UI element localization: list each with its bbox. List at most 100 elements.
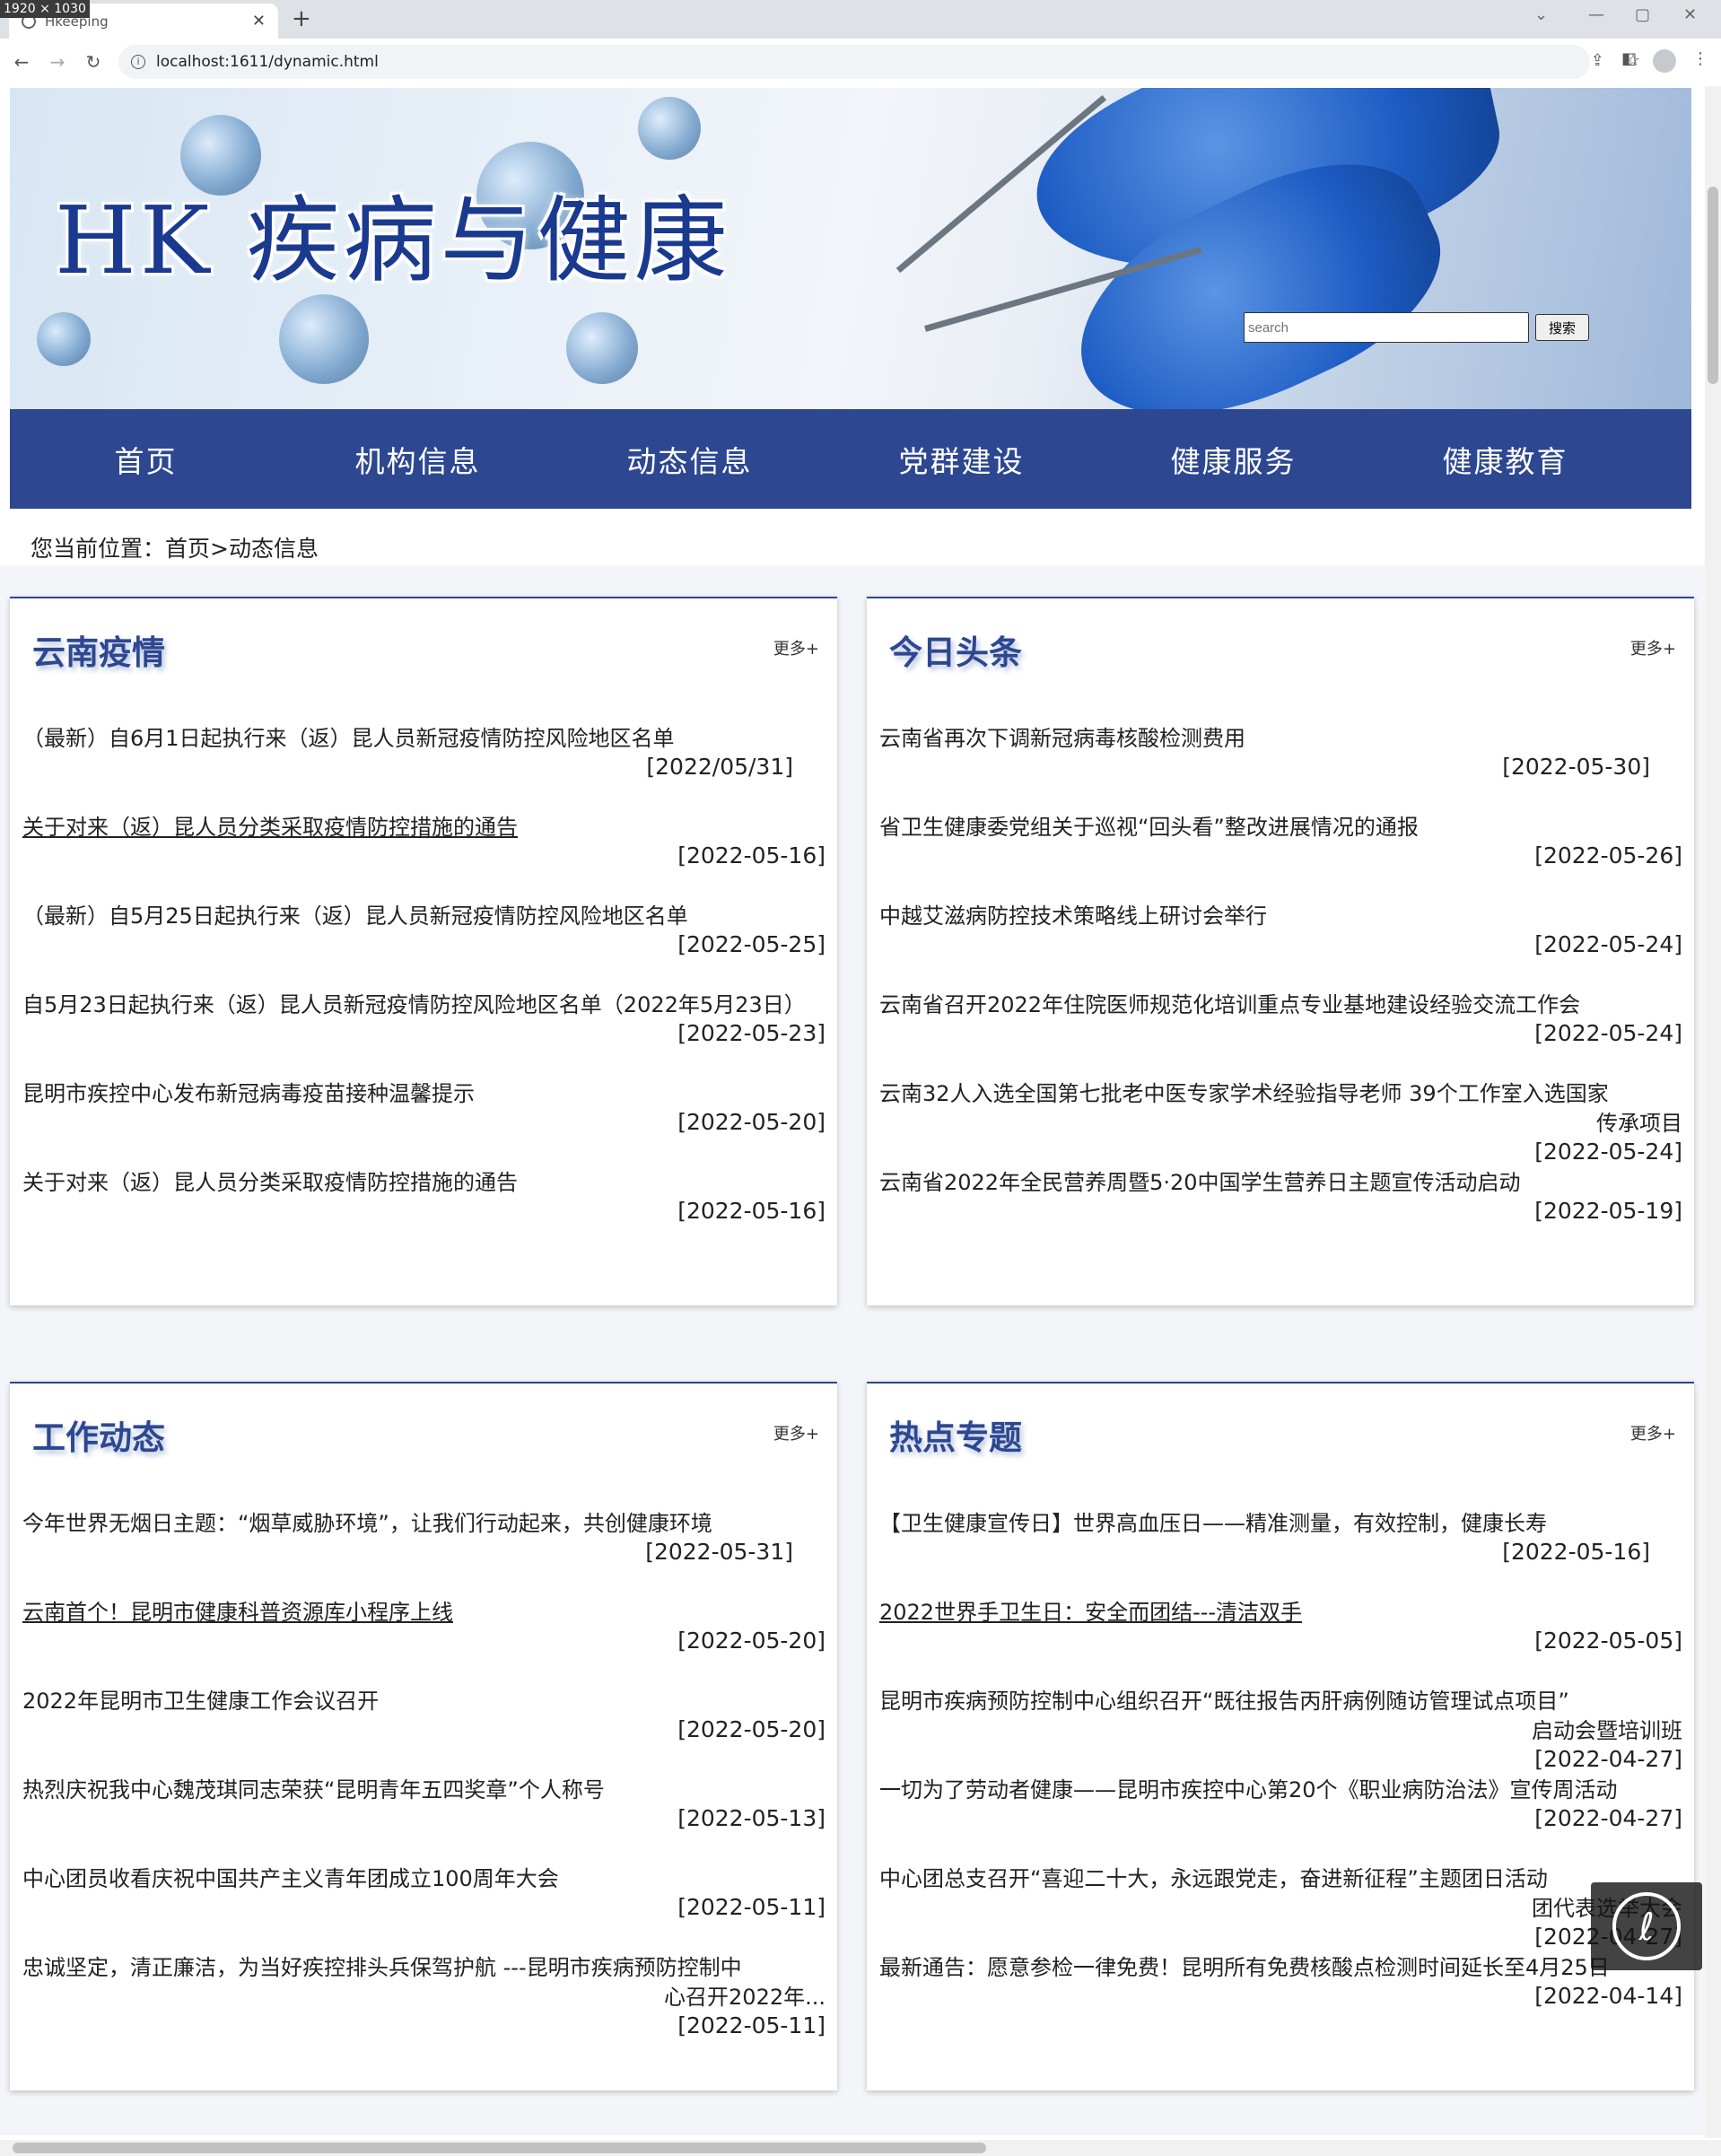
news-date: [2022-05-11] (677, 2012, 826, 2038)
nav-health-education[interactable]: 健康教育 (1369, 438, 1641, 481)
new-tab-icon[interactable]: + (292, 5, 311, 32)
share-icon[interactable]: ⇪ (1591, 51, 1604, 70)
news-title-continued[interactable]: 传承项目 (879, 1109, 1682, 1139)
news-item[interactable]: 自5月23日起执行来（返）昆人员新冠疫情防控风险地区名单（2022年5月23日）… (22, 991, 826, 1079)
nav-home[interactable]: 首页 (10, 438, 282, 481)
news-title-link[interactable]: 一切为了劳动者健康——昆明市疾控中心第20个《职业病防治法》宣传周活动 (879, 1776, 1682, 1805)
news-item[interactable]: 昆明市疾控中心发布新冠病毒疫苗接种温馨提示 [2022-05-20] (22, 1079, 826, 1168)
forward-icon[interactable]: → (43, 51, 72, 73)
vertical-scroll-thumb[interactable] (1708, 187, 1718, 384)
news-title-link[interactable]: 【卫生健康宣传日】世界高血压日——精准测量，有效控制，健康长寿 (879, 1509, 1682, 1539)
news-title-link[interactable]: 云南省召开2022年住院医师规范化培训重点专业基地建设经验交流工作会 (879, 991, 1682, 1020)
more-link[interactable]: 更多+ (1630, 636, 1676, 659)
news-title-link[interactable]: 关于对来（返）昆人员分类采取疫情防控措施的通告 (22, 1168, 826, 1198)
more-link[interactable]: 更多+ (773, 636, 819, 659)
news-title-continued[interactable]: 启动会暨培训班 (879, 1716, 1682, 1746)
url-text: localhost:1611/dynamic.html (156, 53, 379, 71)
news-item[interactable]: 关于对来（返）昆人员分类采取疫情防控措施的通告 [2022-05-16] (22, 1168, 826, 1257)
news-title-link[interactable]: 云南省2022年全民营养周暨5·20中国学生营养日主题宣传活动启动 (879, 1168, 1682, 1198)
news-item[interactable]: 云南省再次下调新冠病毒核酸检测费用 [2022-05-30] (879, 724, 1682, 813)
news-title-link[interactable]: （最新）自6月1日起执行来（返）昆人员新冠疫情防控风险地区名单 (22, 724, 826, 754)
tab-close-icon[interactable]: ✕ (252, 12, 266, 31)
news-title-link[interactable]: 最新通告：愿意参检一律免费！昆明所有免费核酸点检测时间延长至4月25日 (879, 1953, 1682, 1983)
news-title-link[interactable]: 自5月23日起执行来（返）昆人员新冠疫情防控风险地区名单（2022年5月23日） (22, 991, 826, 1020)
news-title-link[interactable]: （最新）自5月25日起执行来（返）昆人员新冠疫情防控风险地区名单 (22, 902, 826, 931)
minimize-icon[interactable]: — (1588, 5, 1604, 24)
news-title-link[interactable]: 昆明市疾控中心发布新冠病毒疫苗接种温馨提示 (22, 1079, 826, 1109)
news-item[interactable]: 中心团总支召开“喜迎二十大，永远跟党走，奋进新征程”主题团日活动团代表选举大会[… (879, 1864, 1682, 1953)
floating-widget[interactable]: ℓ (1591, 1882, 1702, 1970)
news-item[interactable]: （最新）自6月1日起执行来（返）昆人员新冠疫情防控风险地区名单 [2022/05/… (22, 724, 826, 813)
news-item[interactable]: 中心团员收看庆祝中国共产主义青年团成立100周年大会 [2022-05-11] (22, 1864, 826, 1953)
nav-health-service[interactable]: 健康服务 (1097, 438, 1369, 481)
news-title-link[interactable]: 云南32人入选全国第七批老中医专家学术经验指导老师 39个工作室入选国家 (879, 1079, 1682, 1109)
news-item[interactable]: 昆明市疾病预防控制中心组织召开“既往报告丙肝病例随访管理试点项目” 启动会暨培训班… (879, 1687, 1682, 1776)
news-title-link[interactable]: 热烈庆祝我中心魏茂琪同志荣获“昆明青年五四奖章”个人称号 (22, 1776, 826, 1805)
profile-avatar[interactable] (1653, 49, 1676, 73)
reload-icon[interactable]: ↻ (79, 51, 108, 73)
news-item[interactable]: 2022年昆明市卫生健康工作会议召开 [2022-05-20] (22, 1687, 826, 1776)
news-item[interactable]: 一切为了劳动者健康——昆明市疾控中心第20个《职业病防治法》宣传周活动 [2022… (879, 1776, 1682, 1864)
more-link[interactable]: 更多+ (773, 1421, 819, 1445)
news-item[interactable]: 省卫生健康委党组关于巡视“回头看”整改进展情况的通报 [2022-05-26] (879, 813, 1682, 902)
news-title-link[interactable]: 2022年昆明市卫生健康工作会议召开 (22, 1687, 826, 1716)
news-date: [2022-04-14] (1534, 1983, 1682, 2009)
horizontal-scroll-thumb[interactable] (13, 2143, 986, 2153)
news-item[interactable]: 云南32人入选全国第七批老中医专家学术经验指导老师 39个工作室入选国家 传承项目… (879, 1079, 1682, 1168)
news-title-link[interactable]: 中心团员收看庆祝中国共产主义青年团成立100周年大会 (22, 1864, 826, 1894)
molecule-bubble (566, 312, 638, 384)
news-title-continued[interactable]: 团代表选举大会 (879, 1894, 1682, 1924)
news-date: [2022-05-20] (677, 1628, 826, 1654)
news-date: [2022-04-27] (1534, 1805, 1682, 1831)
news-item[interactable]: 关于对来（返）昆人员分类采取疫情防控措施的通告 [2022-05-16] (22, 813, 826, 902)
news-title-link[interactable]: 中越艾滋病防控技术策略线上研讨会举行 (879, 902, 1682, 931)
news-title-link[interactable]: 中心团总支召开“喜迎二十大，永远跟党走，奋进新征程”主题团日活动 (879, 1864, 1682, 1894)
panel-title: 热点专题 (889, 1418, 1022, 1457)
nav-institution[interactable]: 机构信息 (282, 438, 554, 481)
news-title-continued[interactable]: 心召开2022年... (22, 1983, 826, 2012)
news-item[interactable]: 云南省召开2022年住院医师规范化培训重点专业基地建设经验交流工作会 [2022-… (879, 991, 1682, 1079)
news-date: [2022-05-16] (1502, 1539, 1650, 1565)
news-item[interactable]: 云南首个！昆明市健康科普资源库小程序上线 [2022-05-20] (22, 1598, 826, 1687)
news-date: [2022-05-26] (1534, 842, 1682, 869)
close-window-icon[interactable]: ✕ (1683, 5, 1697, 24)
news-item[interactable]: 【卫生健康宣传日】世界高血压日——精准测量，有效控制，健康长寿 [2022-05-… (879, 1509, 1682, 1598)
news-title-link[interactable]: 云南省再次下调新冠病毒核酸检测费用 (879, 724, 1682, 754)
news-date: [2022-05-24] (1534, 1139, 1682, 1165)
side-panel-icon[interactable]: ◧ (1621, 49, 1637, 73)
vertical-scrollbar[interactable] (1705, 86, 1721, 2138)
news-date: [2022-05-11] (677, 1894, 826, 1920)
news-item[interactable]: 忠诚坚定，清正廉洁，为当好疾控排头兵保驾护航 ---昆明市疾病预防控制中 心召开2… (22, 1953, 826, 2042)
news-title-link[interactable]: 忠诚坚定，清正廉洁，为当好疾控排头兵保驾护航 ---昆明市疾病预防控制中 (22, 1953, 826, 1983)
horizontal-scrollbar[interactable] (0, 2140, 1721, 2156)
maximize-icon[interactable]: ▢ (1635, 5, 1650, 24)
news-title-link[interactable]: 今年世界无烟日主题：“烟草威胁环境”，让我们行动起来，共创健康环境 (22, 1509, 826, 1539)
news-title-link[interactable]: 关于对来（返）昆人员分类采取疫情防控措施的通告 (22, 813, 826, 842)
news-date: [2022-05-30] (1502, 754, 1650, 780)
nav-news[interactable]: 动态信息 (554, 438, 826, 481)
news-item[interactable]: 热烈庆祝我中心魏茂琪同志荣获“昆明青年五四奖章”个人称号 [2022-05-13] (22, 1776, 826, 1864)
nav-party[interactable]: 党群建设 (826, 438, 1097, 481)
tab-search-icon[interactable]: ⌄ (1534, 5, 1548, 24)
news-item[interactable]: 最新通告：愿意参检一律免费！昆明所有免费核酸点检测时间延长至4月25日 [2022… (879, 1953, 1682, 2042)
menu-kebab-icon[interactable]: ⋮ (1692, 49, 1708, 73)
news-item[interactable]: （最新）自5月25日起执行来（返）昆人员新冠疫情防控风险地区名单 [2022-05… (22, 902, 826, 991)
more-link[interactable]: 更多+ (1630, 1421, 1676, 1445)
news-date: [2022-05-05] (1534, 1628, 1682, 1654)
news-item[interactable]: 云南省2022年全民营养周暨5·20中国学生营养日主题宣传活动启动 [2022-0… (879, 1168, 1682, 1257)
news-title-link[interactable]: 省卫生健康委党组关于巡视“回头看”整改进展情况的通报 (879, 813, 1682, 842)
news-item[interactable]: 中越艾滋病防控技术策略线上研讨会举行 [2022-05-24] (879, 902, 1682, 991)
news-title-link[interactable]: 云南首个！昆明市健康科普资源库小程序上线 (22, 1598, 826, 1628)
search-button[interactable]: 搜索 (1535, 314, 1589, 341)
news-date: [2022-05-16] (677, 1198, 826, 1224)
back-icon[interactable]: ← (7, 51, 36, 73)
search-input[interactable] (1244, 312, 1529, 343)
news-item[interactable]: 2022世界手卫生日：安全而团结---清洁双手 [2022-05-05] (879, 1598, 1682, 1687)
news-title-link[interactable]: 2022世界手卫生日：安全而团结---清洁双手 (879, 1598, 1682, 1628)
address-bar[interactable]: i localhost:1611/dynamic.html (118, 45, 1590, 79)
news-title-link[interactable]: 昆明市疾病预防控制中心组织召开“既往报告丙肝病例随访管理试点项目” (879, 1687, 1682, 1716)
news-list: 【卫生健康宣传日】世界高血压日——精准测量，有效控制，健康长寿 [2022-05-… (879, 1509, 1682, 2042)
news-item[interactable]: 今年世界无烟日主题：“烟草威胁环境”，让我们行动起来，共创健康环境 [2022-0… (22, 1509, 826, 1598)
news-date: [2022-05-24] (1534, 1020, 1682, 1046)
site-info-icon[interactable]: i (131, 55, 145, 69)
